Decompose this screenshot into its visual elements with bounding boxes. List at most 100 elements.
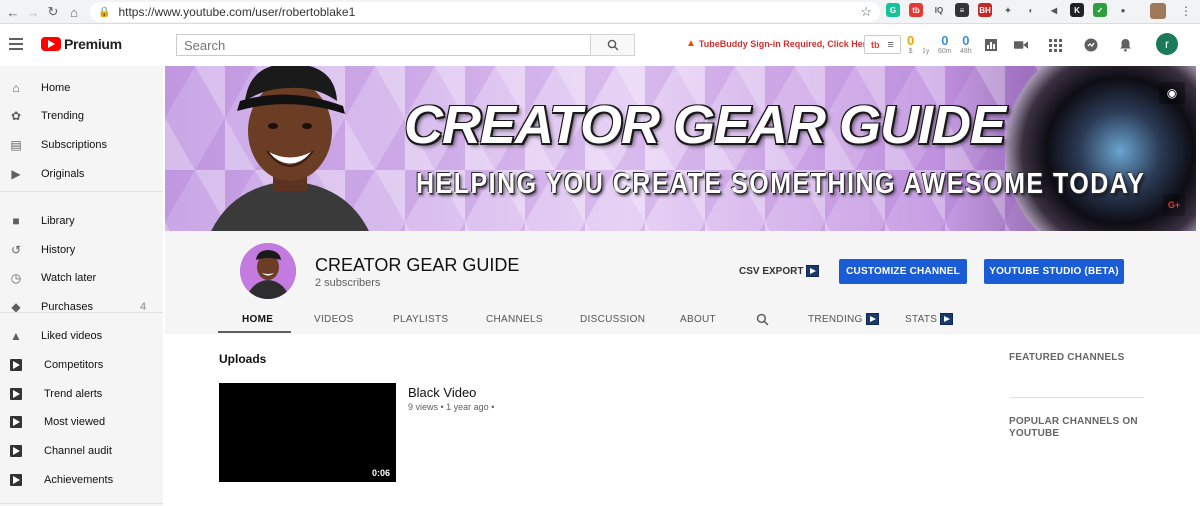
tubebuddy-icon [9,415,23,429]
tubebuddy-warning-text: TubeBuddy Sign-in Required, Click Here [698,38,872,49]
tubebuddy-icon[interactable]: tb [909,3,923,17]
sidebar-item-label: Originals [41,168,85,180]
notifications-bell-icon[interactable] [1118,38,1132,52]
sidebar-item-subscriptions[interactable]: ▤ Subscriptions [0,131,163,159]
check-icon[interactable]: ✓ [1093,3,1107,17]
grammarly-icon[interactable]: G [886,3,900,17]
k-icon[interactable]: K [1070,3,1084,17]
bh-icon[interactable]: BH [978,3,992,17]
stat-label: $ [908,48,913,55]
subscriber-count: 2 subscribers [315,277,381,289]
sidebar-item-label: Subscriptions [41,139,108,151]
csv-export-button[interactable]: CSV EXPORT [739,265,820,277]
stat-48h: 0 48h [960,33,972,55]
search-button[interactable] [590,34,635,56]
tab-stats[interactable]: STATS [905,304,954,334]
url-text: https://www.youtube.com/user/robertoblak… [118,5,356,19]
account-avatar[interactable]: r [1156,33,1178,55]
history-icon: ↺ [10,243,22,257]
reload-icon[interactable]: ↻ [42,1,64,23]
tubebuddy-icon [940,313,954,325]
youtube-logo[interactable]: Premium [41,36,122,52]
video-title[interactable]: Black Video [408,385,476,400]
stat-label: 1y [922,48,930,55]
tab-home[interactable]: HOME [242,304,273,334]
avatar-letter: r [1165,37,1169,51]
customize-channel-button[interactable]: CUSTOMIZE CHANNEL [839,259,967,284]
megaphone-icon[interactable]: ◀ [1047,3,1061,17]
runner-icon[interactable]: ✦ [1001,3,1015,17]
tab-channels[interactable]: CHANNELS [486,304,543,334]
home-icon[interactable]: ⌂ [63,1,85,23]
browser-toolbar: ← → ↻ ⌂ 🔒 https://www.youtube.com/user/r… [0,0,1200,24]
stat-value: 0 [907,33,915,48]
sidebar-item-achievements[interactable]: Achievements [0,466,163,494]
sidebar-item-originals[interactable]: ▶ Originals [0,160,163,188]
sidebar-item-channel-audit[interactable]: Channel audit [0,437,163,465]
messages-icon[interactable] [1084,38,1098,52]
tab-trending[interactable]: TRENDING [808,304,879,334]
popular-channels-heading: POPULAR CHANNELS ON YOUTUBE [1009,416,1138,439]
sidebar-item-trend-alerts[interactable]: Trend alerts [0,380,163,408]
channel-search-icon[interactable] [756,304,769,334]
video-duration: 0:06 [371,468,390,478]
uploads-heading[interactable]: Uploads [219,352,266,366]
channel-home-content: Uploads 0:06 Black Video 9 views • 1 yea… [165,334,1200,506]
sidebar-item-home[interactable]: ⌂ Home [0,74,163,102]
sidebar-item-liked-videos[interactable]: ▲ Liked videos [0,322,163,350]
iq-icon[interactable]: IQ [932,3,946,17]
stat-value: 0 [941,33,949,48]
youtube-studio-button[interactable]: YOUTUBE STUDIO (BETA) [984,259,1124,284]
video-thumbnail[interactable]: 0:06 [219,383,396,482]
divider [1009,397,1144,398]
camera-icon[interactable]: ◉ [1159,82,1185,104]
tab-discussion[interactable]: DISCUSSION [580,304,645,334]
sidebar-item-watch-later[interactable]: ◷ Watch later [0,264,163,292]
create-video-icon[interactable] [1014,38,1028,52]
tubebuddy-menu-button[interactable]: tb ≡ [864,35,901,54]
forward-icon[interactable]: → [22,1,44,23]
sidebar-item-label: Achievements [44,474,114,486]
stat-60m: 0 60m [938,33,952,55]
hamburger-menu-icon[interactable] [9,38,23,53]
stat-label: 60m [938,48,952,55]
apps-grid-icon[interactable] [1048,38,1062,52]
search-input[interactable] [176,34,590,56]
tab-playlists[interactable]: PLAYLISTS [393,304,448,334]
google-plus-icon[interactable]: G+ [1163,194,1185,216]
thumbs-up-icon: ▲ [10,329,22,343]
subscriptions-icon: ▤ [10,138,22,152]
analytics-icon[interactable] [984,38,998,52]
sidebar-item-history[interactable]: ↺ History [0,236,163,264]
flame-icon: ✿ [10,109,22,123]
buffer-icon[interactable]: ≡ [955,3,969,17]
sidebar-item-trending[interactable]: ✿ Trending [0,102,163,130]
sidebar-item-library[interactable]: ■ Library [0,207,163,235]
circle-icon[interactable]: ◐ [1024,3,1038,17]
sidebar: ⌂ Home ✿ Trending ▤ Subscriptions ▶ Originals ■ L… [0,66,163,506]
sidebar-divider [0,191,163,192]
tubebuddy-signin-link[interactable]: ▲ TubeBuddy Sign-in Required, Click Here [686,38,871,49]
bookmark-star-icon[interactable]: ☆ [860,4,872,20]
sidebar-item-label: Trend alerts [44,388,103,400]
tab-videos[interactable]: VIDEOS [314,304,354,334]
sidebar-item-label: Home [41,82,71,94]
tubebuddy-icon [9,387,23,401]
tubebuddy-icon [865,313,879,325]
home-icon: ⌂ [12,81,20,95]
banner-subtitle: HELPING YOU CREATE SOMETHING AWESOME TOD… [416,167,1146,201]
csv-export-label: CSV EXPORT [739,265,804,277]
dot-icon[interactable]: ● [1116,3,1130,17]
tab-about[interactable]: ABOUT [680,304,716,334]
sidebar-item-competitors[interactable]: Competitors [0,351,163,379]
sidebar-item-label: Trending [41,110,85,122]
profile-avatar[interactable] [1150,3,1166,19]
sidebar-item-purchases[interactable]: ◆ Purchases 4 [0,293,163,321]
address-bar[interactable]: 🔒 https://www.youtube.com/user/robertobl… [90,2,880,22]
channel-avatar[interactable] [240,243,296,299]
originals-icon: ▶ [11,167,21,181]
back-icon[interactable]: ← [2,1,24,23]
browser-menu-icon[interactable]: ⋮ [1180,4,1192,18]
sidebar-item-most-viewed[interactable]: Most viewed [0,408,163,436]
stat-value: 0 [962,33,970,48]
